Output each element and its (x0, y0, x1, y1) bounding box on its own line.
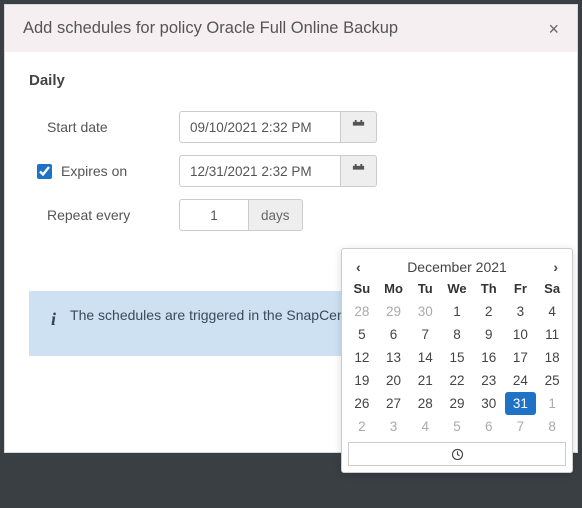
datepicker-day[interactable]: 8 (536, 415, 568, 438)
calendar-icon[interactable] (341, 155, 377, 187)
datepicker-title[interactable]: December 2021 (407, 259, 507, 275)
datepicker-day[interactable]: 10 (505, 323, 537, 346)
datepicker-day[interactable]: 28 (346, 300, 378, 323)
datepicker-day[interactable]: 27 (378, 392, 410, 415)
input-group-start-date (179, 111, 377, 143)
datepicker-day[interactable]: 20 (378, 369, 410, 392)
datepicker-day[interactable]: 24 (505, 369, 537, 392)
datepicker-dow: We (441, 277, 473, 300)
info-icon: i (47, 307, 56, 330)
label-start-date: Start date (29, 119, 179, 135)
datepicker-day[interactable]: 5 (441, 415, 473, 438)
datepicker-day[interactable]: 18 (536, 346, 568, 369)
datepicker-day[interactable]: 12 (346, 346, 378, 369)
time-picker-toggle[interactable] (348, 442, 566, 466)
label-expires-on: Expires on (29, 161, 179, 182)
datepicker-dow: Sa (536, 277, 568, 300)
datepicker-day[interactable]: 4 (536, 300, 568, 323)
datepicker-day[interactable]: 2 (346, 415, 378, 438)
section-title-daily: Daily (29, 72, 553, 89)
datepicker-day[interactable]: 22 (441, 369, 473, 392)
expires-on-checkbox[interactable] (37, 164, 52, 179)
repeat-unit: days (249, 199, 303, 231)
datepicker-day[interactable]: 23 (473, 369, 505, 392)
datepicker-day[interactable]: 6 (473, 415, 505, 438)
datepicker-day[interactable]: 26 (346, 392, 378, 415)
datepicker-day[interactable]: 21 (409, 369, 441, 392)
datepicker-day[interactable]: 30 (409, 300, 441, 323)
datepicker-dow: Su (346, 277, 378, 300)
datepicker-day[interactable]: 28 (409, 392, 441, 415)
datepicker-day[interactable]: 8 (441, 323, 473, 346)
label-repeat-every: Repeat every (29, 207, 179, 223)
next-month-icon[interactable]: › (549, 259, 562, 275)
prev-month-icon[interactable]: ‹ (352, 259, 365, 275)
datepicker-day[interactable]: 1 (536, 392, 568, 415)
datepicker-day[interactable]: 16 (473, 346, 505, 369)
datepicker-day[interactable]: 7 (505, 415, 537, 438)
datepicker-day[interactable]: 1 (441, 300, 473, 323)
repeat-value-input[interactable] (179, 199, 249, 231)
input-group-repeat: days (179, 199, 303, 231)
datepicker-day[interactable]: 17 (505, 346, 537, 369)
datepicker-day[interactable]: 11 (536, 323, 568, 346)
schedule-dialog: Add schedules for policy Oracle Full Onl… (4, 4, 578, 453)
dialog-header: Add schedules for policy Oracle Full Onl… (5, 5, 577, 52)
datepicker-day[interactable]: 3 (378, 415, 410, 438)
dialog-title: Add schedules for policy Oracle Full Onl… (23, 19, 398, 38)
datepicker-day[interactable]: 5 (346, 323, 378, 346)
datepicker-day[interactable]: 7 (409, 323, 441, 346)
datepicker-day[interactable]: 14 (409, 346, 441, 369)
datepicker-day[interactable]: 31 (505, 392, 537, 415)
datepicker-day[interactable]: 29 (378, 300, 410, 323)
datepicker-dow: Th (473, 277, 505, 300)
datepicker-day[interactable]: 6 (378, 323, 410, 346)
expires-on-input[interactable] (179, 155, 341, 187)
datepicker-day[interactable]: 30 (473, 392, 505, 415)
datepicker-day[interactable]: 13 (378, 346, 410, 369)
datepicker-day[interactable]: 29 (441, 392, 473, 415)
datepicker-day[interactable]: 19 (346, 369, 378, 392)
row-expires-on: Expires on (29, 155, 553, 187)
datepicker-day[interactable]: 3 (505, 300, 537, 323)
dialog-body: Daily Start date Expires on (5, 52, 577, 366)
datepicker-dow: Mo (378, 277, 410, 300)
start-date-input[interactable] (179, 111, 341, 143)
datepicker-grid: SuMoTuWeThFrSa28293012345678910111213141… (346, 277, 568, 438)
datepicker-day[interactable]: 9 (473, 323, 505, 346)
input-group-expires-on (179, 155, 377, 187)
datepicker-header: ‹ December 2021 › (346, 253, 568, 277)
datepicker-day[interactable]: 2 (473, 300, 505, 323)
datepicker-day[interactable]: 4 (409, 415, 441, 438)
datepicker-day[interactable]: 15 (441, 346, 473, 369)
row-repeat-every: Repeat every days (29, 199, 553, 231)
close-icon[interactable]: × (548, 20, 559, 38)
datepicker-dow: Fr (505, 277, 537, 300)
row-start-date: Start date (29, 111, 553, 143)
datepicker-day[interactable]: 25 (536, 369, 568, 392)
calendar-icon[interactable] (341, 111, 377, 143)
datepicker-dow: Tu (409, 277, 441, 300)
datepicker-popup: ‹ December 2021 › SuMoTuWeThFrSa28293012… (341, 248, 573, 473)
